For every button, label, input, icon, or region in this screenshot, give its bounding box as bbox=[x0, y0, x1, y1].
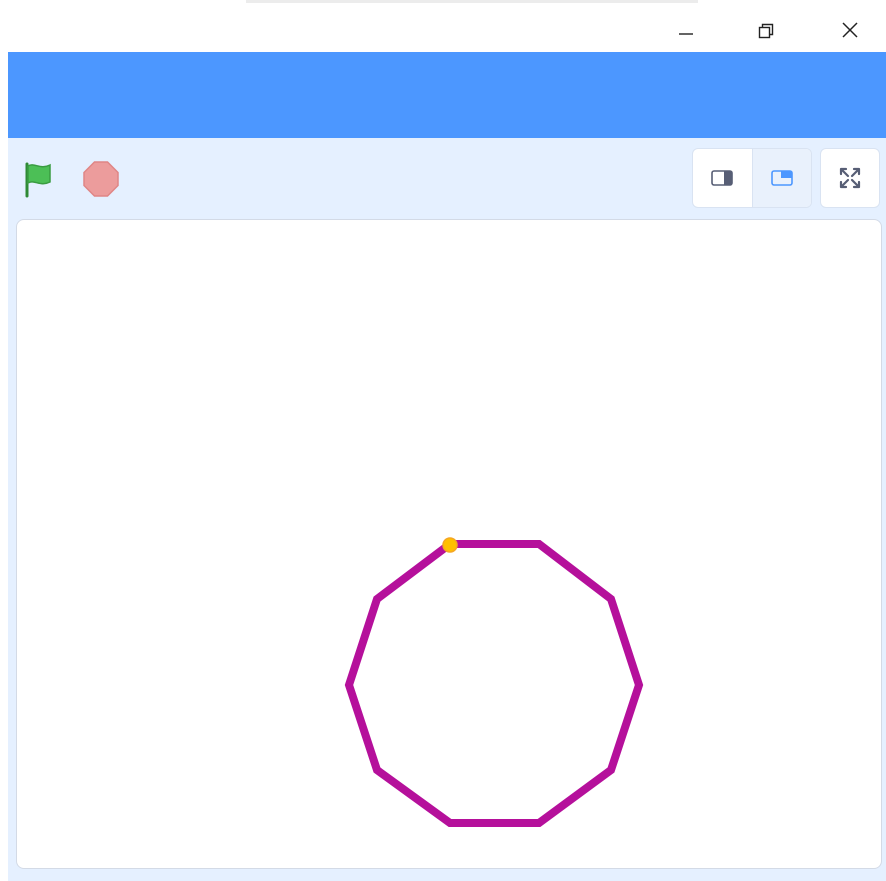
small-stage-icon bbox=[711, 170, 734, 186]
fullscreen-icon bbox=[839, 167, 861, 189]
normal-stage-icon bbox=[770, 170, 793, 186]
window-titlebar bbox=[0, 0, 886, 52]
green-flag-icon bbox=[25, 162, 51, 198]
normal-stage-button[interactable] bbox=[751, 149, 811, 207]
stage-drawing bbox=[344, 537, 644, 827]
stage-canvas[interactable] bbox=[16, 219, 882, 869]
restore-icon bbox=[758, 23, 774, 39]
close-icon bbox=[842, 22, 858, 38]
minimize-button[interactable] bbox=[664, 10, 708, 50]
stop-icon bbox=[83, 161, 119, 197]
menu-bar bbox=[8, 52, 886, 138]
restore-button[interactable] bbox=[744, 10, 788, 50]
close-button[interactable] bbox=[828, 10, 872, 50]
title-strip bbox=[246, 0, 698, 3]
pen-sprite-dot[interactable] bbox=[442, 537, 458, 553]
green-flag-button[interactable] bbox=[18, 160, 54, 198]
fullscreen-button[interactable] bbox=[820, 148, 880, 208]
scratch-player-window bbox=[0, 0, 886, 881]
minimize-icon bbox=[679, 33, 693, 35]
pen-decagon-drawing bbox=[344, 540, 644, 827]
small-stage-button[interactable] bbox=[693, 149, 752, 207]
stop-button[interactable] bbox=[82, 160, 120, 198]
stage-size-toggle bbox=[692, 148, 812, 208]
